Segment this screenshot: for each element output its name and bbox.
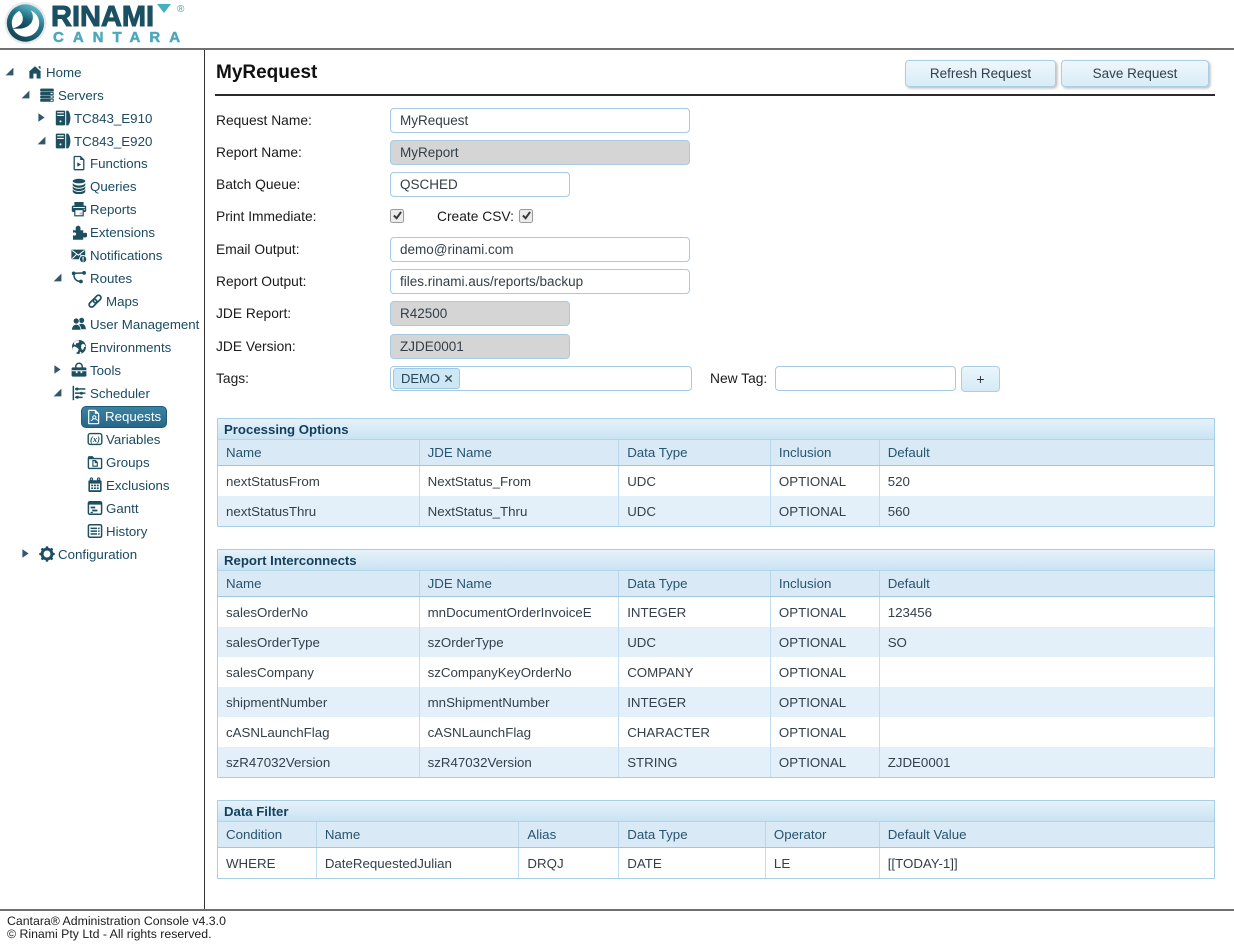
svg-text:(x): (x) [90,434,100,444]
